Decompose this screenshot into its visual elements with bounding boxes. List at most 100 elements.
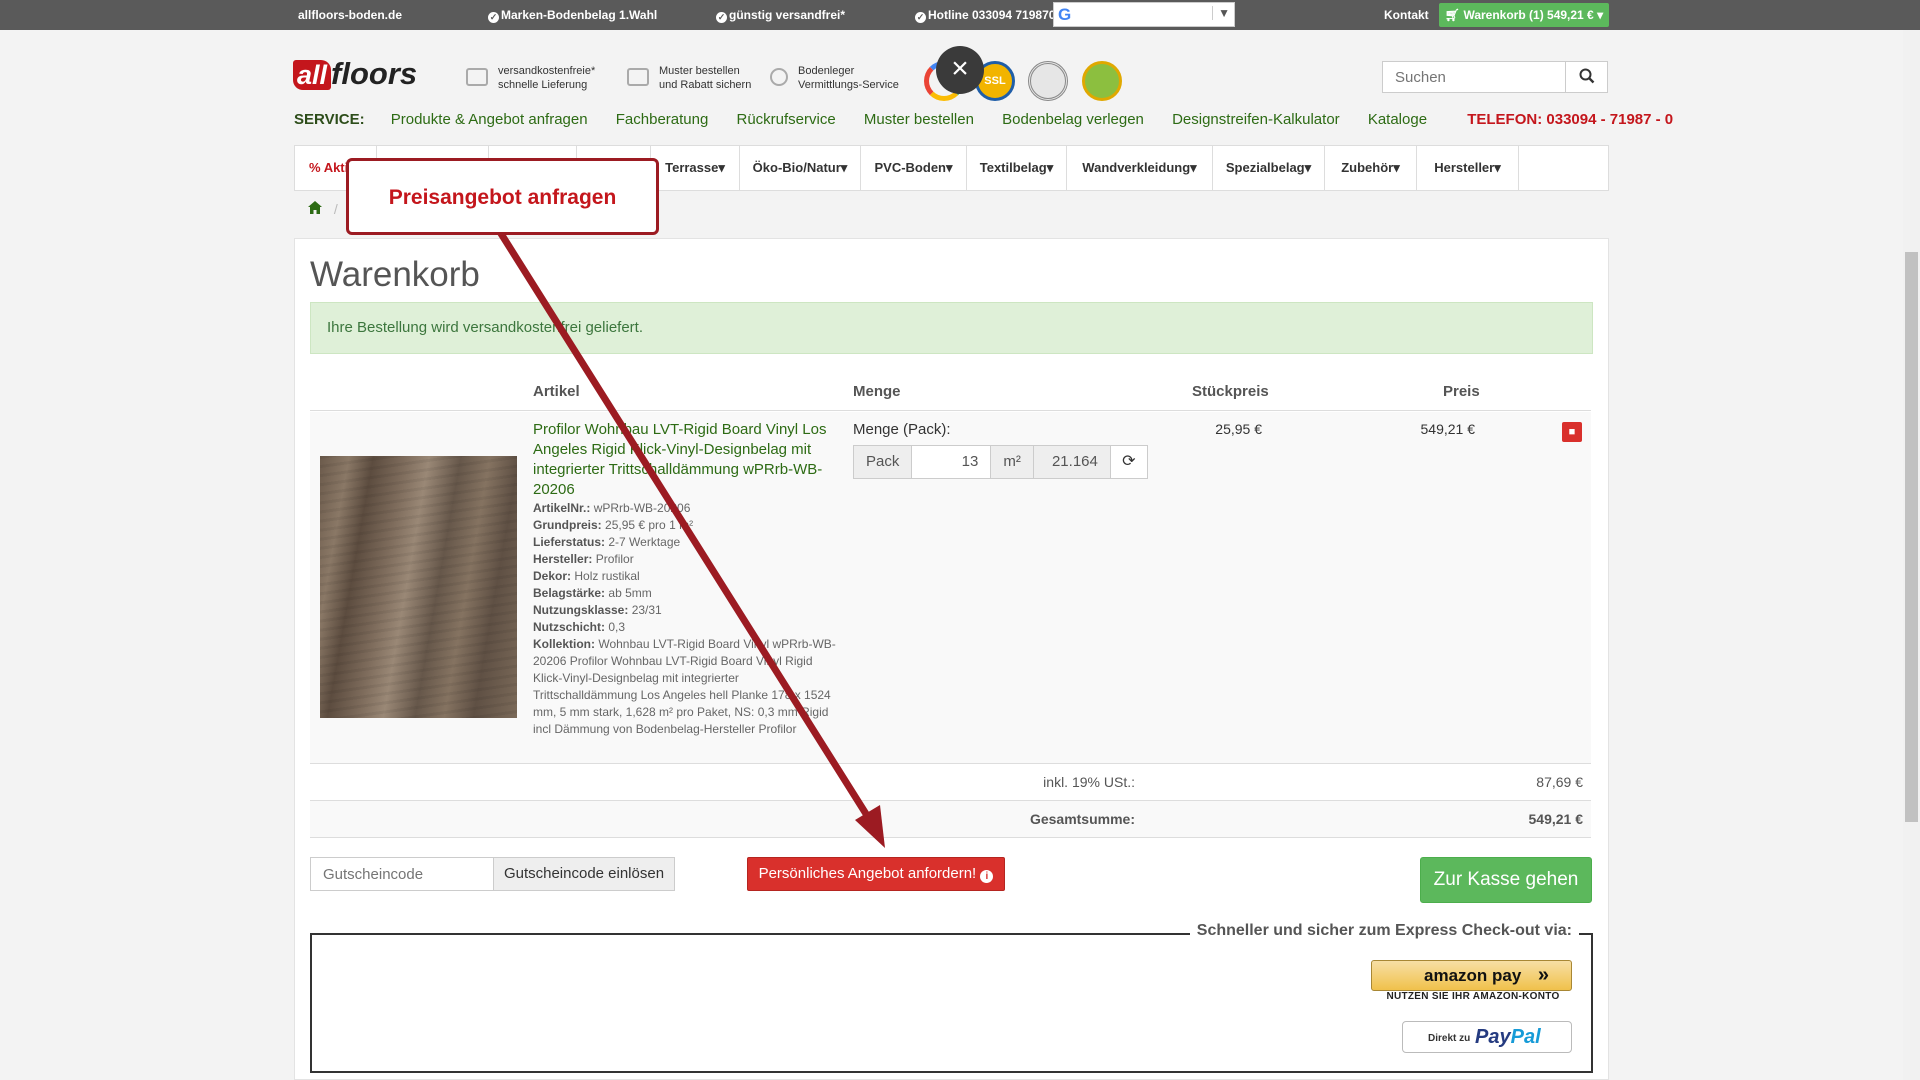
site-logo[interactable]: all floors: [293, 56, 417, 92]
benefit-installer: Bodenleger Vermittlungs-Service: [770, 64, 899, 92]
line-price: 549,21 €: [1420, 421, 1476, 437]
breadcrumb-separator: /: [333, 201, 338, 217]
tax-label: inkl. 19% USt.:: [1043, 774, 1135, 790]
search-input[interactable]: [1383, 62, 1567, 92]
nav-item-terrasse[interactable]: Terrasse▾: [651, 146, 740, 190]
service-link-rueckruf[interactable]: Rückrufservice: [737, 111, 836, 128]
product-name-link[interactable]: Profilor Wohnbau LVT-Rigid Board Vinyl L…: [533, 420, 833, 500]
nav-item-spezial[interactable]: Spezialbelag▾: [1213, 146, 1325, 190]
chevron-down-icon: ▼: [1212, 6, 1230, 20]
pack-quantity-input[interactable]: 13: [911, 445, 992, 479]
nav-item-wand[interactable]: Wandverkleidung▾: [1067, 146, 1213, 190]
service-link-verlegen[interactable]: Bodenbelag verlegen: [1002, 111, 1144, 128]
amazon-pay-note: NUTZEN SIE IHR AMAZON-KONTO: [1386, 991, 1560, 1002]
service-link-angebot[interactable]: Produkte & Angebot anfragen: [391, 111, 588, 128]
caret-down-icon: ▾: [1393, 160, 1400, 175]
phone-number: TELEFON: 033094 - 71987 - 0: [1467, 111, 1674, 128]
shipping-alert: Ihre Bestellung wird versandkostenfrei g…: [310, 302, 1593, 354]
remove-item-button[interactable]: ■: [1562, 422, 1582, 442]
checkout-button[interactable]: Zur Kasse gehen: [1420, 857, 1592, 903]
coupon-group: Gutscheincode einlösen: [310, 857, 675, 891]
caret-down-icon: ▾: [1304, 160, 1312, 175]
detail-nutzungsklasse: Nutzungsklasse: 23/31: [533, 603, 662, 617]
menge-label: Menge (Pack):: [853, 421, 951, 438]
m2-quantity-field: 21.164: [1032, 445, 1111, 479]
caret-down-icon: ▾: [945, 160, 953, 175]
quality-seal-icon: [1028, 61, 1068, 101]
pack-unit-label: Pack: [853, 445, 913, 479]
service-link-kalkulator[interactable]: Designstreifen-Kalkulator: [1172, 111, 1340, 128]
usp-versandfrei: ✓ günstig versandfrei*: [716, 8, 846, 23]
col-header-stueckpreis: Stückpreis: [1192, 383, 1269, 400]
detail-lieferstatus: Lieferstatus: 2-7 Werktage: [533, 535, 681, 549]
tax-value: 87,69 €: [1536, 774, 1583, 790]
check-icon: ✓: [488, 12, 499, 23]
total-row: Gesamtsumme: 549,21 €: [310, 801, 1591, 837]
benefit-shipping: versandkostenfreie* schnelle Lieferung: [466, 64, 595, 92]
coupon-input[interactable]: [310, 857, 494, 891]
cart-button[interactable]: 🛒︎ Warenkorb (1) 549,21 € ▾: [1439, 3, 1609, 27]
home-icon[interactable]: [308, 201, 322, 214]
service-bar: SERVICE: Produkte & Angebot anfragen Fac…: [294, 111, 1673, 128]
amazon-pay-button[interactable]: amazon pay »: [1371, 960, 1572, 991]
nav-item-pvc[interactable]: PVC-Boden▾: [861, 146, 967, 190]
service-link-muster[interactable]: Muster bestellen: [864, 111, 974, 128]
truck-icon: [466, 68, 488, 86]
quantity-stepper: Pack 13 m² 21.164 ⟳: [853, 445, 1148, 479]
caret-down-icon: ▾: [1597, 8, 1604, 22]
google-translate-select[interactable]: G ▼: [1053, 2, 1235, 27]
kontakt-link[interactable]: Kontakt: [1384, 8, 1429, 22]
close-icon: ×: [951, 52, 969, 85]
top-bar: allfloors-boden.de ✓ Marken-Bodenbelag 1.…: [0, 0, 1920, 30]
check-icon: ✓: [716, 12, 727, 23]
unit-price: 25,95 €: [1215, 421, 1262, 437]
express-legend: Schneller und sicher zum Express Check-o…: [1189, 922, 1579, 940]
search-icon: [1579, 68, 1594, 84]
nav-item-hersteller[interactable]: Hersteller▾: [1417, 146, 1519, 190]
usp-marken: ✓ Marken-Bodenbelag 1.Wahl: [488, 8, 658, 23]
update-quantity-button[interactable]: ⟳: [1109, 445, 1148, 479]
total-value: 549,21 €: [1528, 811, 1584, 827]
product-details: ArtikelNr.: wPRrb-WB-20206 Grundpreis: 2…: [533, 500, 843, 738]
divider: [310, 837, 1591, 838]
page-title: Warenkorb: [310, 255, 480, 294]
usp-hotline: ✓ Hotline 033094 719870: [915, 8, 1056, 23]
tax-row: inkl. 19% USt.: 87,69 €: [310, 764, 1591, 800]
caret-down-icon: ▾: [1046, 160, 1054, 175]
redeem-coupon-button[interactable]: Gutscheincode einlösen: [493, 857, 675, 891]
site-name[interactable]: allfloors-boden.de: [298, 8, 402, 22]
scrollbar-thumb[interactable]: [1905, 252, 1918, 822]
request-offer-button[interactable]: Persönliches Angebot anfordern! i: [747, 857, 1005, 891]
double-chevron-icon: »: [1537, 964, 1549, 986]
annotation-callout: Preisangebot anfragen: [346, 158, 659, 235]
scrollbar[interactable]: [1903, 30, 1920, 1080]
divider: [310, 410, 1591, 411]
m2-unit-label: m²: [990, 445, 1034, 479]
benefit-samples: Muster bestellen und Rabatt sichern: [627, 64, 751, 92]
col-header-artikel: Artikel: [533, 383, 580, 400]
trash-icon: ■: [1568, 426, 1576, 438]
search-button[interactable]: [1565, 62, 1607, 92]
detail-kollektion: Kollektion: Wohnbau LVT-Rigid Board Viny…: [533, 637, 836, 736]
caret-down-icon: ▾: [718, 160, 725, 175]
product-image[interactable]: [320, 456, 517, 718]
card-icon: [627, 68, 649, 86]
service-link-fachberatung[interactable]: Fachberatung: [616, 111, 709, 128]
col-header-menge: Menge: [853, 383, 901, 400]
paypal-logo: PayPal: [1475, 1026, 1541, 1048]
check-icon: ✓: [915, 12, 926, 23]
service-link-kataloge[interactable]: Kataloge: [1368, 111, 1427, 128]
caret-down-icon: ▾: [840, 160, 848, 175]
caret-down-icon: ▾: [1190, 160, 1197, 175]
search-box: [1382, 61, 1608, 93]
nav-item-textil[interactable]: Textilbelag▾: [967, 146, 1067, 190]
nav-item-oeko[interactable]: Öko-Bio/Natur▾: [740, 146, 861, 190]
google-icon: G: [1058, 5, 1072, 24]
service-label: SERVICE:: [294, 111, 365, 128]
close-button[interactable]: ×: [936, 46, 984, 94]
detail-nutzschicht: Nutzschicht: 0,3: [533, 620, 626, 634]
refresh-icon: ⟳: [1122, 453, 1136, 470]
breadcrumb: /: [308, 201, 338, 217]
paypal-button[interactable]: Direkt zu PayPal: [1402, 1021, 1572, 1053]
nav-item-zubehoer[interactable]: Zubehör▾: [1325, 146, 1417, 190]
